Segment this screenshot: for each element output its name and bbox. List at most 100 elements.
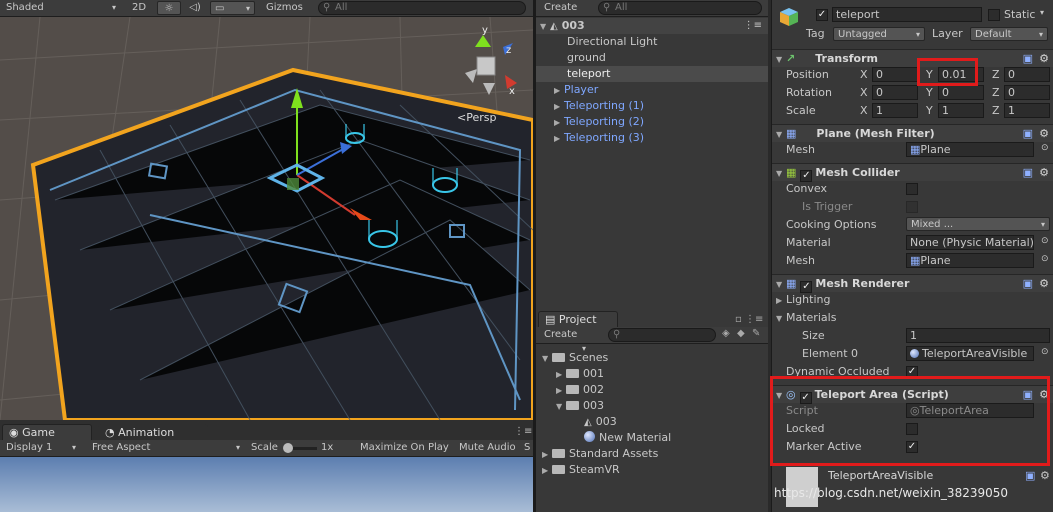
expand-arrow-icon[interactable]: ▼: [556, 399, 566, 415]
settings-gear-icon[interactable]: ⚙: [1039, 125, 1049, 143]
collapse-arrow-icon[interactable]: ▼: [776, 126, 786, 144]
hierarchy-item-teleporting-3[interactable]: ▶ Teleporting (3): [536, 130, 768, 146]
scale-z-label[interactable]: Z: [992, 104, 1000, 117]
expand-arrow-icon[interactable]: ▼: [542, 351, 552, 367]
project-item-003-scene[interactable]: ◭ 003: [536, 414, 768, 430]
cooking-options-dropdown[interactable]: Mixed ...: [906, 217, 1050, 231]
position-z-field[interactable]: 0: [1004, 67, 1050, 82]
help-icon[interactable]: ▣: [1023, 50, 1033, 68]
help-icon[interactable]: ▣: [1023, 164, 1033, 182]
help-icon[interactable]: ▣: [1023, 125, 1033, 143]
shading-dropdown[interactable]: Shaded: [2, 1, 120, 15]
expand-arrow-icon[interactable]: ▶: [554, 131, 564, 147]
help-icon[interactable]: ▣: [1023, 275, 1033, 293]
layer-dropdown[interactable]: Default: [970, 27, 1048, 41]
mesh-filter-header[interactable]: ▼ ▦ Plane (Mesh Filter) ▣ ⚙: [772, 124, 1053, 142]
lighting-foldout[interactable]: ▶ Lighting: [776, 293, 830, 306]
element-0-field[interactable]: TeleportAreaVisible: [906, 346, 1034, 361]
scale-slider[interactable]: [283, 443, 317, 453]
tab-animation[interactable]: ◔ Animation: [98, 424, 208, 440]
expand-arrow-icon[interactable]: ▶: [554, 83, 564, 99]
hierarchy-item-teleporting-1[interactable]: ▶ Teleporting (1): [536, 98, 768, 114]
position-z-label[interactable]: Z: [992, 68, 1000, 81]
scene-menu-icon[interactable]: ⋮≡: [744, 18, 762, 34]
effects-dropdown-icon[interactable]: ▭: [210, 1, 255, 15]
position-x-label[interactable]: X: [860, 68, 868, 81]
aspect-dropdown[interactable]: Free Aspect: [88, 441, 244, 455]
rotation-y-field[interactable]: 0: [938, 85, 984, 100]
project-search-input[interactable]: ⚲: [608, 328, 716, 342]
maximize-on-play-toggle[interactable]: Maximize On Play: [356, 441, 452, 455]
project-item-scenes[interactable]: ▼ Scenes: [536, 350, 768, 366]
mesh-field[interactable]: ▦Plane: [906, 142, 1034, 157]
favorite-icon[interactable]: ✎: [752, 328, 760, 339]
scene-header[interactable]: ▼ ◭ 003 ⋮≡: [536, 18, 768, 34]
object-picker-icon[interactable]: ⊙: [1041, 254, 1049, 264]
active-checkbox[interactable]: ✓: [816, 9, 828, 21]
scale-y-label[interactable]: Y: [926, 104, 933, 117]
rotation-y-label[interactable]: Y: [926, 86, 933, 99]
2d-toggle[interactable]: 2D: [126, 1, 152, 15]
rotation-z-field[interactable]: 0: [1004, 85, 1050, 100]
static-dropdown-icon[interactable]: ▾: [1040, 8, 1044, 17]
help-icon[interactable]: ▣: [1025, 469, 1035, 482]
scale-y-field[interactable]: 1: [938, 103, 984, 118]
scale-z-field[interactable]: 1: [1004, 103, 1050, 118]
rotation-x-field[interactable]: 0: [872, 85, 918, 100]
enable-checkbox[interactable]: ✓: [800, 170, 813, 182]
scene-canvas[interactable]: [0, 17, 533, 420]
enable-checkbox[interactable]: ✓: [800, 281, 813, 293]
scale-x-label[interactable]: X: [860, 104, 868, 117]
audio-toggle-icon[interactable]: ◁): [183, 1, 207, 15]
scale-x-field[interactable]: 1: [872, 103, 918, 118]
scene-search-input[interactable]: ⚲ All: [318, 1, 526, 15]
expand-arrow-icon[interactable]: ▶: [556, 383, 566, 399]
hierarchy-search-input[interactable]: ⚲ All: [598, 1, 762, 15]
materials-foldout[interactable]: ▼ Materials: [776, 311, 836, 324]
is-trigger-checkbox[interactable]: [906, 201, 918, 213]
expand-arrow-icon[interactable]: ▼: [540, 19, 550, 35]
orientation-gizmo[interactable]: y z x: [455, 25, 525, 100]
physic-material-field[interactable]: None (Physic Material): [906, 235, 1034, 250]
collapse-arrow-icon[interactable]: ▼: [776, 51, 786, 69]
scene-view[interactable]: Shaded 2D ☼ ◁) ▭ Gizmos ⚲ All: [0, 0, 533, 420]
hierarchy-item-player[interactable]: ▶ Player: [536, 82, 768, 98]
project-item-steamvr[interactable]: ▶ SteamVR: [536, 462, 768, 478]
stats-toggle[interactable]: S: [522, 441, 533, 455]
persp-label[interactable]: <Persp: [457, 111, 496, 124]
collider-mesh-field[interactable]: ▦Plane: [906, 253, 1034, 268]
collapse-arrow-icon[interactable]: ▼: [776, 276, 786, 294]
object-picker-icon[interactable]: ⊙: [1041, 236, 1049, 246]
hierarchy-item-ground[interactable]: ground: [536, 50, 768, 66]
collapse-arrow-icon[interactable]: ▼: [776, 165, 786, 183]
transform-header[interactable]: ▼ ↗ Transform ▣ ⚙: [772, 49, 1053, 67]
hierarchy-item-directional-light[interactable]: Directional Light: [536, 34, 768, 50]
game-viewport[interactable]: [0, 457, 533, 512]
object-picker-icon[interactable]: ⊙: [1041, 347, 1049, 357]
project-item-standard-assets[interactable]: ▶ Standard Assets: [536, 446, 768, 462]
hierarchy-create-button[interactable]: Create: [540, 1, 590, 15]
expand-arrow-icon[interactable]: ▶: [542, 447, 552, 463]
settings-gear-icon[interactable]: ⚙: [1039, 164, 1049, 182]
project-item-001[interactable]: ▶ 001: [536, 366, 768, 382]
filter-type-icon[interactable]: ◈: [722, 328, 730, 339]
convex-checkbox[interactable]: [906, 183, 918, 195]
tab-game[interactable]: ◉ Game: [2, 424, 92, 440]
expand-arrow-icon[interactable]: ▶: [542, 463, 552, 479]
gizmos-dropdown[interactable]: Gizmos: [262, 1, 314, 15]
settings-gear-icon[interactable]: ⚙: [1039, 275, 1049, 293]
expand-arrow-icon[interactable]: ▶: [556, 367, 566, 383]
settings-gear-icon[interactable]: ⚙: [1040, 469, 1050, 482]
hierarchy-item-teleporting-2[interactable]: ▶ Teleporting (2): [536, 114, 768, 130]
position-x-field[interactable]: 0: [872, 67, 918, 82]
panel-menu-icon[interactable]: ⋮≡: [514, 426, 532, 437]
expand-arrow-icon[interactable]: ▶: [554, 99, 564, 115]
object-picker-icon[interactable]: ⊙: [1041, 143, 1049, 153]
display-dropdown[interactable]: Display 1: [2, 441, 80, 455]
scale-slider-handle[interactable]: [283, 443, 293, 453]
project-lock-icon[interactable]: ▫ ⋮≡: [735, 314, 763, 325]
lighting-toggle-icon[interactable]: ☼: [157, 1, 181, 15]
static-checkbox[interactable]: [988, 9, 1000, 21]
mute-audio-toggle[interactable]: Mute Audio: [455, 441, 521, 455]
tab-project[interactable]: ▤ Project: [538, 311, 618, 327]
